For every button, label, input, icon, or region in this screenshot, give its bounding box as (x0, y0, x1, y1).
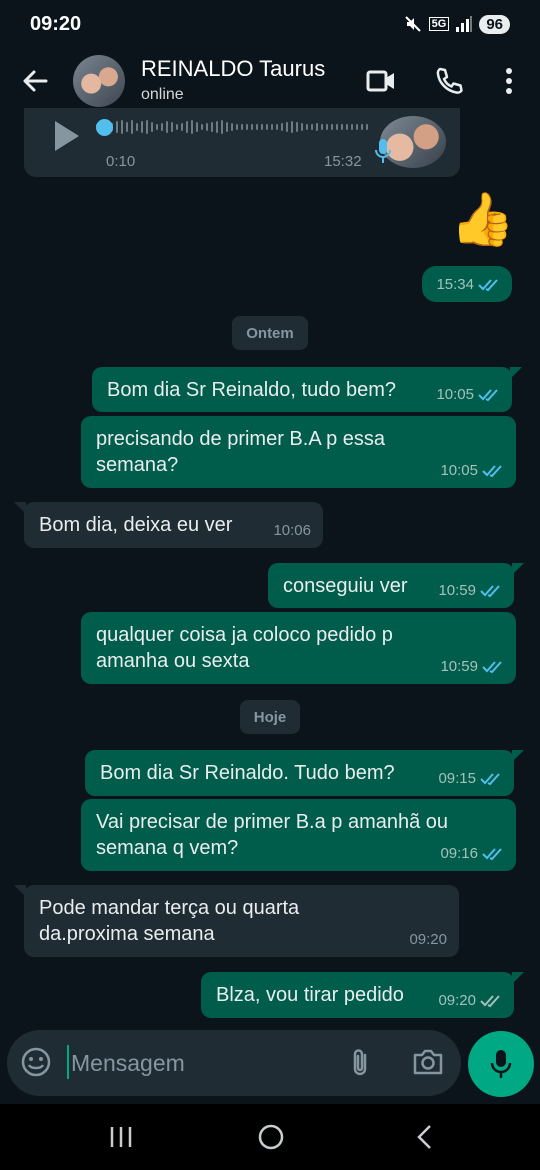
audio-progress-handle[interactable] (96, 119, 113, 136)
message-time: 09:20 (409, 931, 447, 948)
microphone-icon (375, 139, 391, 163)
system-navigation-bar (0, 1104, 540, 1170)
audio-message-bubble[interactable]: 0:10 15:32 (24, 108, 460, 177)
emoji-message-meta: 15:34 (422, 266, 512, 302)
camera-icon[interactable] (411, 1046, 445, 1078)
double-check-read-icon (478, 389, 498, 402)
status-bar: 09:20 5G 96 (0, 0, 540, 50)
message-time: 10:05 (436, 386, 474, 403)
voice-record-button[interactable] (468, 1031, 534, 1097)
back-nav-icon[interactable] (412, 1124, 438, 1150)
video-call-icon[interactable] (364, 64, 398, 98)
message-time: 09:20 (438, 992, 476, 1009)
message-text: qualquer coisa ja coloco pedido p amanha… (96, 624, 393, 672)
message-text: Pode mandar terça ou quarta da.proxima s… (39, 897, 300, 945)
home-icon[interactable] (258, 1124, 284, 1150)
double-check-read-icon (482, 848, 502, 861)
date-separator-yesterday: Ontem (232, 316, 308, 350)
message-bubble-outgoing[interactable]: conseguiu ver 10:59 (268, 563, 524, 608)
message-bubble-outgoing[interactable]: Blza, vou tirar pedido 09:20 (201, 972, 524, 1018)
phone-call-icon[interactable] (432, 64, 466, 98)
double-check-read-icon (480, 773, 500, 786)
message-time: 09:15 (438, 770, 476, 787)
message-bubble-incoming[interactable]: Pode mandar terça ou quarta da.proxima s… (14, 885, 459, 957)
play-icon[interactable] (52, 118, 82, 154)
network-type-label: 5G (428, 17, 450, 31)
status-icons: 5G 96 (403, 14, 510, 34)
recent-apps-icon[interactable] (108, 1124, 134, 1150)
message-time: 10:05 (440, 462, 478, 479)
message-bubble-outgoing[interactable]: Bom dia Sr Reinaldo. Tudo bem? 09:15 (85, 750, 524, 796)
double-check-read-icon (480, 585, 500, 598)
sticker-emoji-icon[interactable] (20, 1046, 52, 1078)
battery-badge: 96 (479, 14, 510, 34)
message-bubble-outgoing[interactable]: qualquer coisa ja coloco pedido p amanha… (81, 612, 516, 684)
status-time: 09:20 (30, 13, 82, 35)
message-time: 10:59 (438, 582, 476, 599)
message-bubble-outgoing[interactable]: precisando de primer B.A p essa semana? … (81, 416, 516, 488)
message-composer (7, 1030, 461, 1096)
audio-duration: 0:10 (106, 153, 136, 170)
message-time: 10:59 (440, 658, 478, 675)
contact-name[interactable]: REINALDO Taurus (141, 56, 325, 82)
message-time: 09:16 (440, 845, 478, 862)
message-time: 10:06 (273, 522, 311, 539)
double-check-delivered-icon (480, 995, 500, 1008)
audio-timestamp: 15:32 (324, 153, 362, 170)
double-check-read-icon (482, 661, 502, 674)
message-bubble-outgoing[interactable]: Vai precisar de primer B.a p amanhã ou s… (81, 799, 516, 871)
mute-icon (404, 16, 421, 32)
message-text: precisando de primer B.A p essa semana? (96, 428, 386, 476)
contact-avatar[interactable] (73, 55, 125, 107)
message-input[interactable] (69, 1042, 323, 1084)
message-time: 15:34 (436, 276, 474, 293)
signal-icon (456, 16, 473, 32)
attach-paperclip-icon[interactable] (345, 1046, 375, 1080)
back-arrow-icon[interactable] (18, 64, 52, 98)
contact-status: online (141, 86, 184, 103)
message-bubble-outgoing[interactable]: Bom dia Sr Reinaldo, tudo bem? 10:05 (92, 367, 522, 412)
double-check-read-icon (478, 279, 498, 292)
double-check-read-icon (482, 465, 502, 478)
more-options-icon[interactable] (492, 64, 526, 98)
microphone-icon (490, 1050, 512, 1078)
message-bubble-incoming[interactable]: Bom dia, deixa eu ver 10:06 (14, 502, 323, 548)
audio-waveform[interactable] (96, 120, 368, 134)
message-text: Bom dia, deixa eu ver (39, 514, 233, 536)
thumbs-up-emoji-message[interactable]: 👍 (450, 194, 515, 246)
date-separator-today: Hoje (240, 700, 300, 734)
